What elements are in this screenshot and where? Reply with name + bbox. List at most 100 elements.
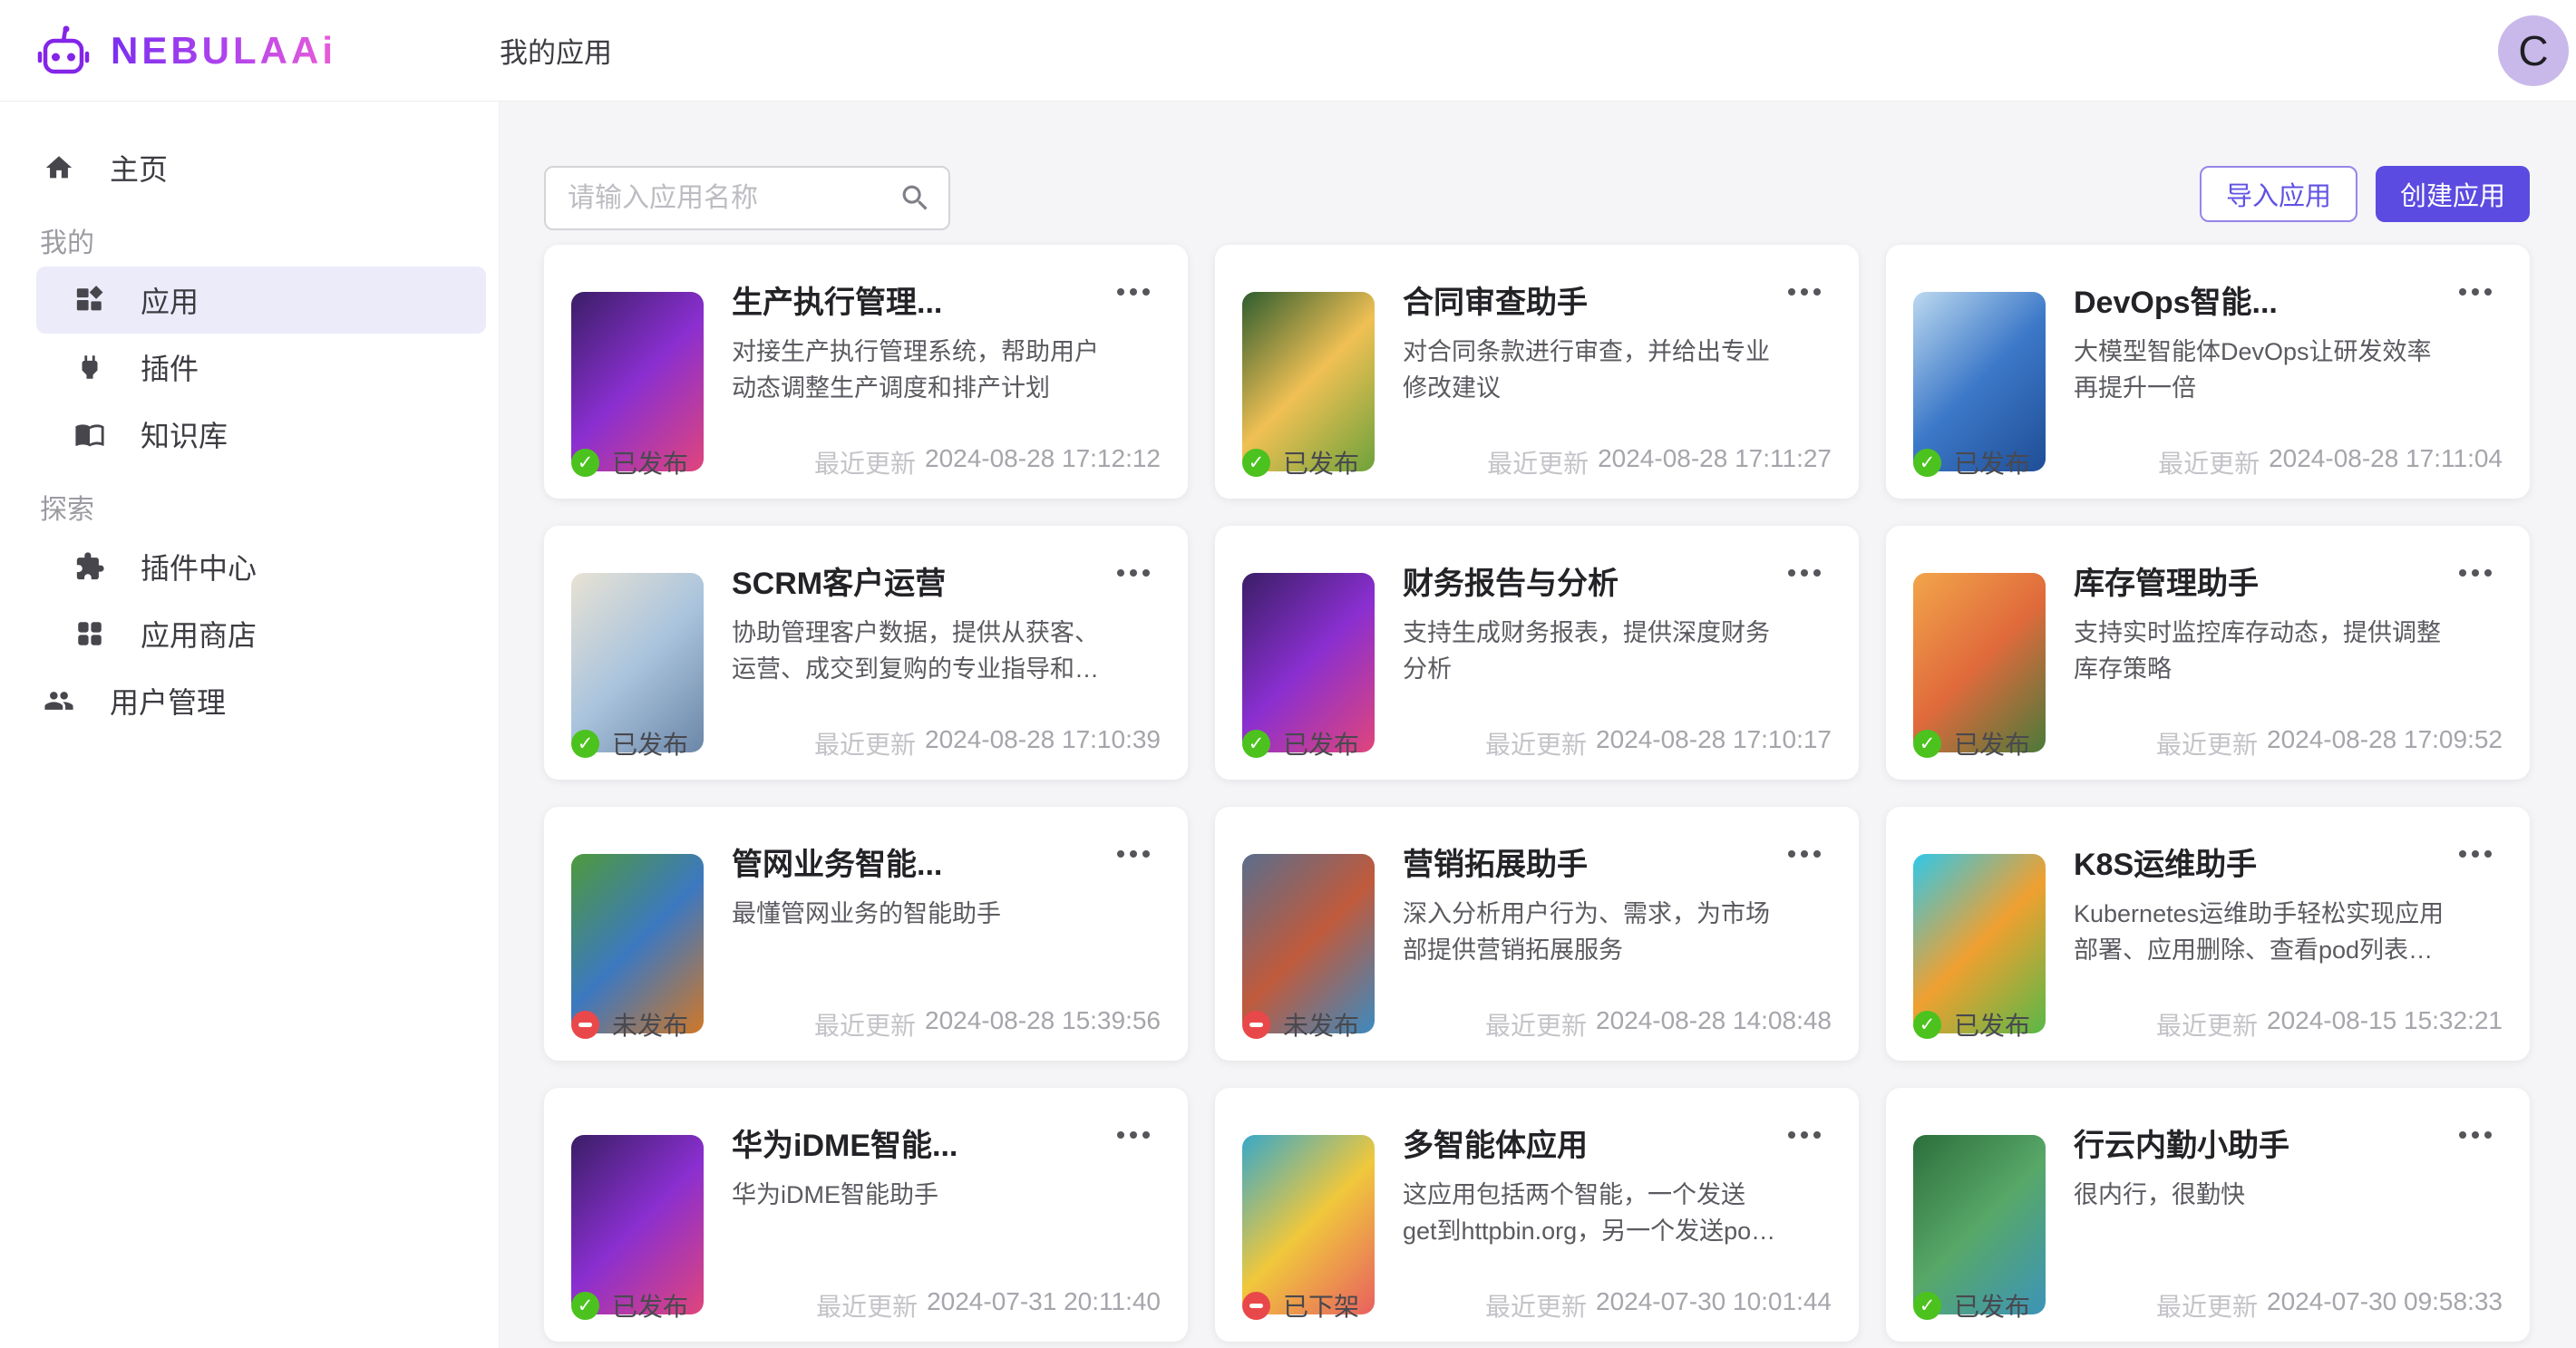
- sidebar-item-icon: [74, 352, 105, 383]
- sidebar-item-icon: [44, 685, 74, 716]
- sidebar-item-label: 用户管理: [110, 680, 226, 722]
- ellipsis-icon: [1788, 1131, 1795, 1139]
- toolbar: 导入应用 创建应用: [544, 166, 2530, 230]
- app-card-title: 生产执行管理...: [732, 277, 1079, 322]
- ellipsis-icon: [2459, 288, 2466, 296]
- sidebar-item-puzzle[interactable]: 插件中心: [0, 533, 499, 600]
- status-label: 已发布: [612, 1287, 688, 1324]
- search-input[interactable]: [544, 166, 950, 230]
- status-badge: 已发布: [1242, 444, 1359, 480]
- status-icon: [1913, 1292, 1941, 1320]
- sidebar-item-label: 应用商店: [141, 613, 257, 655]
- header-page-title: 我的应用: [500, 30, 612, 71]
- sidebar-item-users[interactable]: 用户管理: [0, 667, 499, 734]
- sidebar-item-plug[interactable]: 插件: [0, 334, 499, 401]
- sidebar-section-label: 探索: [40, 480, 499, 533]
- status-icon: [571, 449, 599, 477]
- sidebar-item-grid[interactable]: 应用商店: [0, 600, 499, 667]
- status-label: 已发布: [612, 444, 688, 480]
- card-menu-button[interactable]: [1112, 283, 1155, 301]
- sidebar-item-label: 应用: [141, 279, 199, 321]
- status-badge: 未发布: [1242, 1006, 1359, 1043]
- sidebar-item-home[interactable]: 主页: [0, 134, 499, 201]
- sidebar-item-icon: [44, 152, 74, 183]
- brand-logo[interactable]: NEBULAAi: [0, 24, 500, 77]
- updated-prefix-label: 最近更新: [2158, 444, 2260, 480]
- create-app-button[interactable]: 创建应用: [2376, 166, 2530, 222]
- app-card-description: 深入分析用户行为、需求，为市场部提供营销拓展服务: [1403, 896, 1779, 968]
- status-icon: [1913, 1011, 1941, 1039]
- app-card[interactable]: 库存管理助手 支持实时监控库存动态，提供调整库存策略 已发布 最近更新 2024…: [1886, 526, 2530, 780]
- card-menu-button[interactable]: [1783, 845, 1826, 863]
- app-card-title: K8S运维助手: [2074, 839, 2421, 884]
- app-card-description: Kubernetes运维助手轻松实现应用部署、应用删除、查看pod列表、查看..…: [2074, 896, 2450, 968]
- sidebar-section-label: 我的: [40, 214, 499, 267]
- app-card[interactable]: 财务报告与分析 支持生成财务报表，提供深度财务分析 已发布 最近更新 2024-…: [1215, 526, 1859, 780]
- card-menu-button[interactable]: [1783, 1126, 1826, 1144]
- status-label: 已发布: [1283, 725, 1359, 761]
- card-menu-button[interactable]: [1112, 845, 1155, 863]
- app-card[interactable]: 生产执行管理... 对接生产执行管理系统，帮助用户动态调整生产调度和排产计划 已…: [544, 245, 1188, 499]
- card-menu-button[interactable]: [1783, 564, 1826, 582]
- updated-time-value: 2024-08-15 15:32:21: [2267, 1006, 2503, 1043]
- app-card[interactable]: 华为iDME智能... 华为iDME智能助手 已发布 最近更新 2024-07-…: [544, 1088, 1188, 1342]
- updated-prefix-label: 最近更新: [1485, 1287, 1587, 1324]
- app-card-title: 行云内勤小助手: [2074, 1120, 2421, 1165]
- card-footer: 已发布 最近更新 2024-08-15 15:32:21: [1913, 1006, 2503, 1043]
- card-footer: 已发布 最近更新 2024-08-28 17:11:04: [1913, 444, 2503, 480]
- app-card[interactable]: 行云内勤小助手 很内行，很勤快 已发布 最近更新 2024-07-30 09:5…: [1886, 1088, 2530, 1342]
- status-label: 已发布: [1954, 1006, 2030, 1043]
- app-card-description: 华为iDME智能助手: [732, 1177, 1108, 1213]
- status-badge: 已下架: [1242, 1287, 1359, 1324]
- app-card[interactable]: DevOps智能... 大模型智能体DevOps让研发效率再提升一倍 已发布 最…: [1886, 245, 2530, 499]
- status-icon: [571, 1292, 599, 1320]
- app-card-title: SCRM客户运营: [732, 558, 1079, 603]
- app-card[interactable]: 营销拓展助手 深入分析用户行为、需求，为市场部提供营销拓展服务 未发布 最近更新…: [1215, 807, 1859, 1061]
- status-label: 已发布: [1954, 725, 2030, 761]
- card-menu-button[interactable]: [1112, 564, 1155, 582]
- app-card[interactable]: SCRM客户运营 协助管理客户数据，提供从获客、运营、成交到复购的专业指导和建议…: [544, 526, 1188, 780]
- card-footer: 已发布 最近更新 2024-08-28 17:10:39: [571, 725, 1161, 761]
- card-menu-button[interactable]: [2454, 1126, 2497, 1144]
- sidebar-item-dashboard[interactable]: 应用: [36, 267, 486, 334]
- app-card[interactable]: 多智能体应用 这应用包括两个智能，一个发送get到httpbin.org，另一个…: [1215, 1088, 1859, 1342]
- status-label: 未发布: [1283, 1006, 1359, 1043]
- app-card[interactable]: 合同审查助手 对合同条款进行审查，并给出专业修改建议 已发布 最近更新 2024…: [1215, 245, 1859, 499]
- updated-time-value: 2024-08-28 17:10:39: [925, 725, 1161, 761]
- updated-prefix-label: 最近更新: [2156, 725, 2258, 761]
- ellipsis-icon: [2459, 569, 2466, 577]
- status-label: 已发布: [1283, 444, 1359, 480]
- updated-prefix-label: 最近更新: [814, 444, 916, 480]
- card-menu-button[interactable]: [1783, 283, 1826, 301]
- sidebar-item-label: 插件中心: [141, 546, 257, 587]
- card-menu-button[interactable]: [1112, 1126, 1155, 1144]
- updated-time-value: 2024-08-28 17:10:17: [1596, 725, 1832, 761]
- card-menu-button[interactable]: [2454, 845, 2497, 863]
- app-card[interactable]: 管网业务智能... 最懂管网业务的智能助手 未发布 最近更新 2024-08-2…: [544, 807, 1188, 1061]
- app-card[interactable]: K8S运维助手 Kubernetes运维助手轻松实现应用部署、应用删除、查看po…: [1886, 807, 2530, 1061]
- card-footer: 已发布 最近更新 2024-07-31 20:11:40: [571, 1287, 1161, 1324]
- status-label: 已发布: [1954, 444, 2030, 480]
- app-card-title: 财务报告与分析: [1403, 558, 1750, 603]
- card-menu-button[interactable]: [2454, 283, 2497, 301]
- updated-timestamp: 最近更新 2024-08-28 17:11:27: [1487, 444, 1832, 480]
- status-badge: 已发布: [1913, 1287, 2030, 1324]
- app-card-description: 支持实时监控库存动态，提供调整库存策略: [2074, 615, 2450, 687]
- status-badge: 已发布: [571, 725, 688, 761]
- search-icon[interactable]: [899, 181, 932, 215]
- sidebar-item-icon: [74, 285, 105, 315]
- search-box: [544, 166, 950, 230]
- card-menu-button[interactable]: [2454, 564, 2497, 582]
- sidebar-item-book[interactable]: 知识库: [0, 401, 499, 468]
- status-icon: [1913, 730, 1941, 758]
- updated-timestamp: 最近更新 2024-07-31 20:11:40: [816, 1287, 1161, 1324]
- user-avatar[interactable]: C: [2498, 15, 2569, 86]
- import-app-button[interactable]: 导入应用: [2200, 166, 2357, 222]
- status-badge: 已发布: [1913, 444, 2030, 480]
- updated-time-value: 2024-08-28 17:11:27: [1598, 444, 1832, 480]
- card-footer: 已发布 最近更新 2024-08-28 17:12:12: [571, 444, 1161, 480]
- status-badge: 已发布: [1913, 725, 2030, 761]
- updated-prefix-label: 最近更新: [2156, 1287, 2258, 1324]
- ellipsis-icon: [1788, 850, 1795, 858]
- updated-prefix-label: 最近更新: [2156, 1006, 2258, 1043]
